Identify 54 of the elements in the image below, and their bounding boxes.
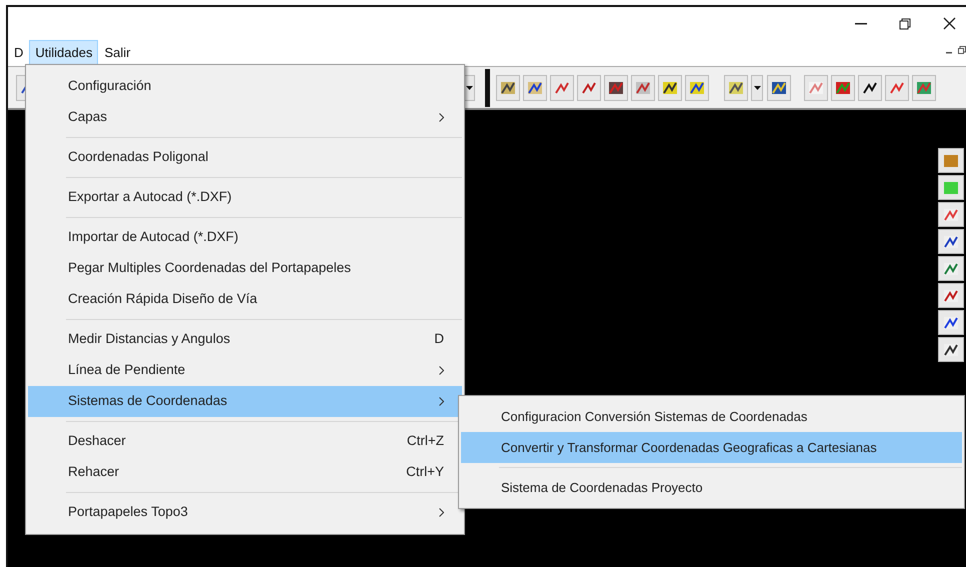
menu-bar-item[interactable]: Salir — [98, 40, 136, 66]
menu-item[interactable]: Sistema de Coordenadas Proyecto — [461, 472, 962, 503]
menu-item[interactable]: Rehacer Ctrl+Y — [28, 457, 462, 488]
menu-item[interactable]: Sistemas de Coordenadas — [28, 386, 462, 417]
tool-icon[interactable] — [938, 310, 964, 335]
tool-icon[interactable] — [604, 74, 628, 100]
menu-item-label: Sistemas de Coordenadas — [68, 392, 228, 410]
tool-icon[interactable] — [496, 74, 520, 100]
tool-icon[interactable] — [685, 74, 709, 100]
menu-item-label: Portapapeles Topo3 — [68, 503, 189, 522]
menu-item[interactable]: Capas — [28, 102, 462, 133]
minimize-icon[interactable] — [855, 22, 867, 24]
shortcut-label: Ctrl+Z — [406, 432, 444, 450]
menu-item-label: Capas — [68, 108, 108, 126]
menu-item-label: Medir Distancias y Angulos — [68, 330, 232, 348]
menu-item-label: Configuracion Conversión Sistemas de Coordenadas — [501, 408, 808, 426]
tool-icon[interactable] — [767, 74, 791, 100]
tool-icon[interactable] — [938, 337, 964, 362]
tool-icon[interactable] — [658, 74, 682, 100]
menu-item-label: Deshacer — [68, 432, 127, 450]
menu-item-label: Pegar Multiples Coordenadas del Portapapeles — [68, 259, 352, 278]
menu-item-label: Sistema de Coordenadas Proyecto — [501, 478, 704, 497]
restore-icon[interactable] — [958, 46, 966, 54]
menu-item[interactable]: Configuracion Conversión Sistemas de Coordenadas — [461, 401, 962, 432]
menu-item[interactable]: Convertir y Transformar Coordenadas Geograficas a Cartesianas — [461, 432, 962, 463]
menu-bar-item[interactable]: Utilidades — [29, 40, 98, 66]
menu-item[interactable]: Coordenadas Poligonal — [28, 142, 462, 173]
menu-item[interactable]: Creación Rápida Diseño de Vía — [28, 284, 462, 315]
restore-icon[interactable] — [899, 18, 911, 30]
menu-item-label: Configuración — [68, 77, 152, 96]
tool-icon[interactable] — [523, 74, 547, 100]
close-icon[interactable] — [943, 17, 956, 30]
menu-item-label: Línea de Pendiente — [68, 361, 186, 380]
caret-icon — [754, 86, 760, 90]
shortcut-label: Ctrl+Y — [406, 463, 444, 482]
menu-item[interactable]: Línea de Pendiente — [28, 355, 462, 386]
menu-item-label: Importar de Autocad (*.DXF) — [68, 228, 240, 246]
menu-item-label: Creación Rápida Diseño de Vía — [68, 290, 258, 308]
menu-item[interactable]: Deshacer Ctrl+Z — [28, 426, 462, 457]
menu-item[interactable]: Pegar Multiples Coordenadas del Portapapeles — [28, 253, 462, 284]
menu-item-label: Coordenadas Poligonal — [68, 148, 210, 166]
menu-item[interactable]: Medir Distancias y Angulos D — [28, 324, 462, 355]
menu-item-label: Exportar a Autocad (*.DXF) — [68, 188, 233, 206]
dropdown-button[interactable] — [751, 74, 763, 100]
tool-icon[interactable] — [858, 74, 882, 100]
menu-item-label: Rehacer — [68, 463, 120, 482]
caret-icon — [466, 86, 472, 90]
menu-item-label: Convertir y Transformar Coordenadas Geograficas a Cartesianas — [501, 438, 878, 457]
tool-icon[interactable] — [938, 229, 964, 254]
menu-item[interactable]: Importar de Autocad (*.DXF) — [28, 222, 462, 253]
menu-item[interactable]: Exportar a Autocad (*.DXF) — [28, 182, 462, 213]
menu-bar-item[interactable]: D — [8, 40, 30, 66]
shortcut-label: D — [434, 330, 444, 348]
menu-item[interactable]: Portapapeles Topo3 — [28, 497, 462, 528]
